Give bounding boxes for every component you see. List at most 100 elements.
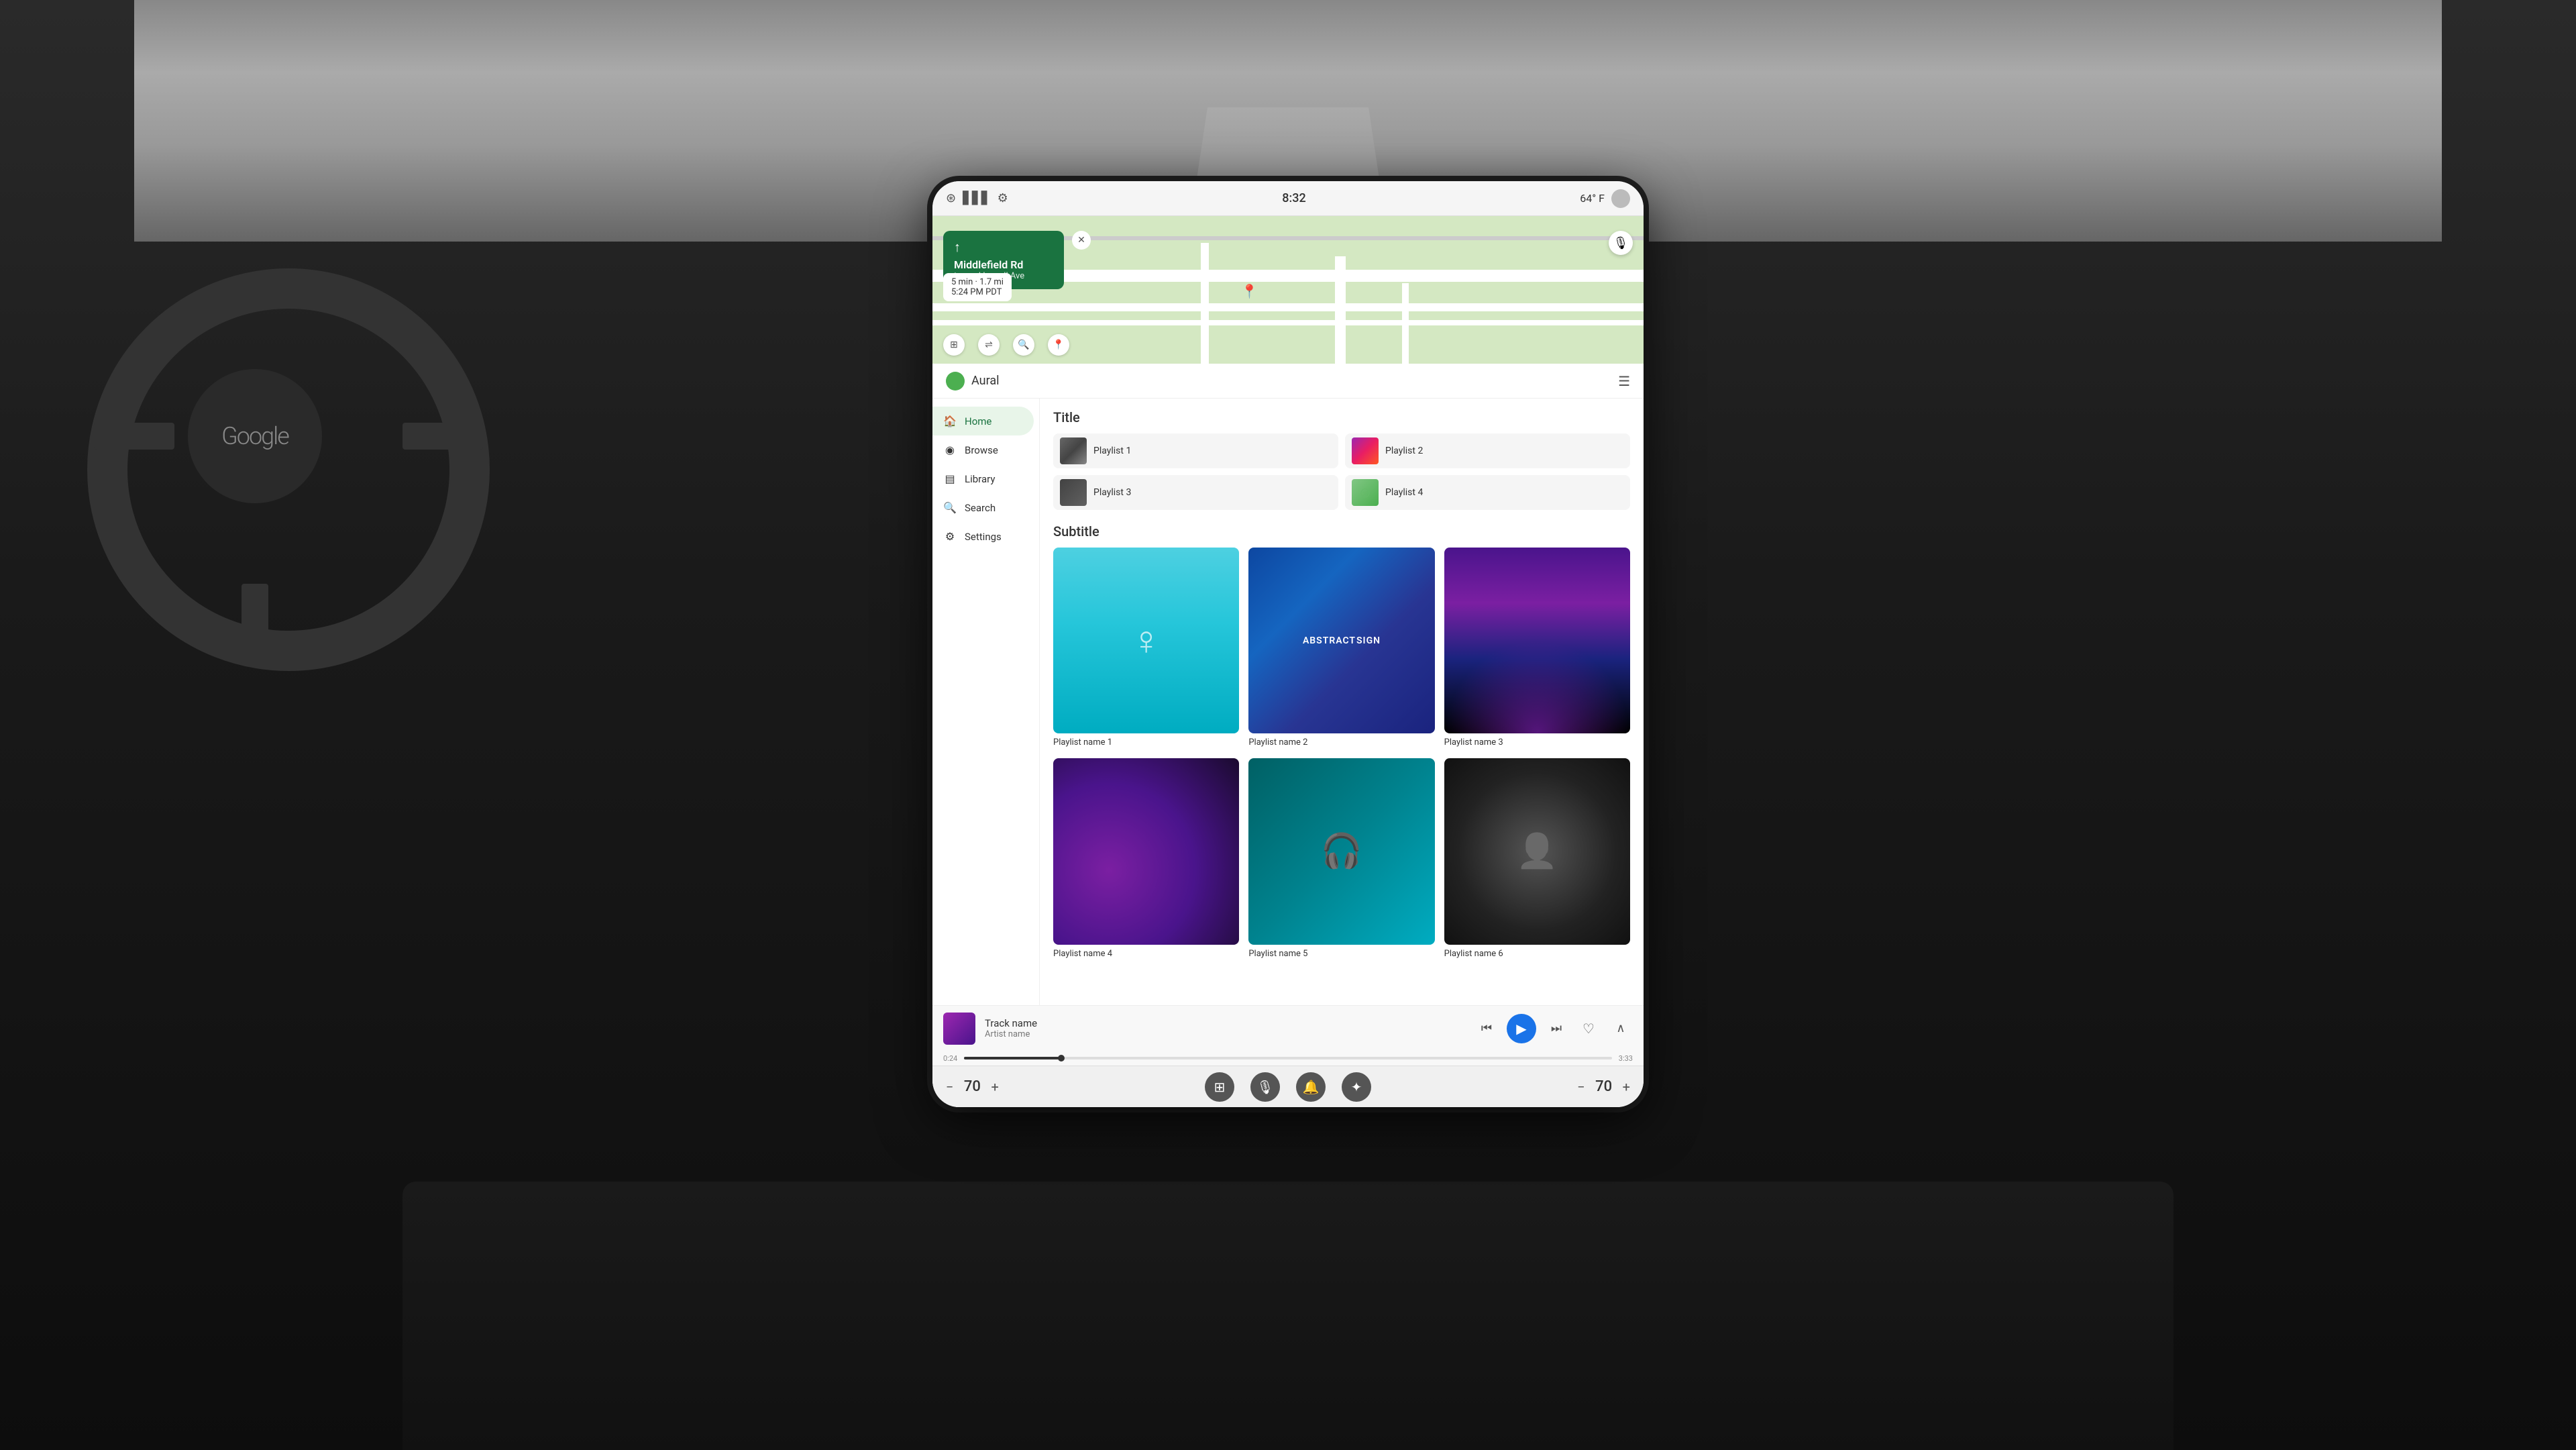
sidebar: 🏠 Home ◉ Browse ▤ Library 🔍 Search ⚙ (932, 399, 1040, 1005)
map-pin-icon: 📍 (1241, 283, 1258, 299)
playlist-thumbnail-1 (1060, 437, 1087, 464)
heart-button[interactable]: ♡ (1576, 1017, 1601, 1041)
status-right: 64° F (1580, 189, 1630, 208)
thumb-person (1053, 548, 1239, 733)
sidebar-item-settings[interactable]: ⚙ Settings (932, 522, 1034, 551)
map-location-button[interactable]: 📍 (1048, 334, 1069, 356)
nav-eta: 5 min · 1.7 mi 5:24 PM PDT (943, 273, 1012, 301)
nav-close-button[interactable]: ✕ (1072, 231, 1091, 250)
app-logo: Aural (946, 372, 999, 391)
sidebar-item-browse[interactable]: ◉ Browse (932, 435, 1034, 464)
library-icon: ▤ (943, 472, 957, 485)
sidebar-item-label: Browse (965, 444, 998, 456)
bottom-bar: − 70 + ⊞ 🎙 🔔 ✦ − 70 + (932, 1066, 1644, 1107)
playlist-thumbnail-lg-1 (1053, 548, 1239, 733)
playlist-thumbnail-3 (1060, 479, 1087, 506)
search-icon: 🔍 (943, 501, 957, 514)
now-playing-top: Track name Artist name ⏮ ▶ ⏭ ♡ ∧ (943, 1006, 1633, 1051)
vol-left-plus[interactable]: + (991, 1079, 998, 1095)
playlist-thumbnail-lg-4 (1053, 758, 1239, 944)
expand-button[interactable]: ∧ (1609, 1017, 1633, 1041)
sidebar-item-home[interactable]: 🏠 Home (932, 407, 1034, 435)
sidebar-item-label: Settings (965, 531, 1002, 543)
settings-icon: ⚙ (943, 530, 957, 543)
status-time: 8:32 (1282, 191, 1305, 205)
signal-icon: ▋▋▋ (963, 191, 991, 205)
playlist-label-3: Playlist 3 (1093, 487, 1131, 498)
main-content: Title Playlist 1 Playlist 2 Playlist 3 (1040, 399, 1644, 1005)
sidebar-item-search[interactable]: 🔍 Search (932, 493, 1034, 522)
progress-bar[interactable] (964, 1057, 1612, 1059)
playlist-item-4[interactable]: Playlist 4 (1345, 475, 1630, 510)
apps-button[interactable]: ⊞ (1205, 1072, 1234, 1102)
nav-arrow-icon: ↑ (954, 239, 1053, 256)
volume-right: − 70 + (1577, 1078, 1630, 1095)
music-app: Aural ☰ 🏠 Home ◉ Browse ▤ Library (932, 364, 1644, 1107)
thumb-purple (1053, 758, 1239, 944)
playlist-item-lg-1[interactable]: Playlist name 1 (1053, 548, 1239, 747)
playlist-thumbnail-lg-5 (1248, 758, 1434, 944)
sidebar-item-label: Search (965, 502, 996, 514)
playlist-item-lg-3[interactable]: Playlist name 3 (1444, 548, 1630, 747)
settings-button[interactable]: ✦ (1342, 1072, 1371, 1102)
play-button[interactable]: ▶ (1507, 1014, 1536, 1043)
mic-button[interactable]: 🎙 (1250, 1072, 1280, 1102)
prev-button[interactable]: ⏮ (1474, 1017, 1499, 1041)
track-thumbnail (943, 1013, 975, 1045)
app-logo-icon (946, 372, 965, 391)
thumb-concert (1444, 548, 1630, 733)
track-artist: Artist name (985, 1029, 1465, 1039)
playlist-item-lg-2[interactable]: Playlist name 2 (1248, 548, 1434, 747)
playlist-thumbnail-lg-6 (1444, 758, 1630, 944)
section-title: Title (1053, 409, 1630, 425)
playlist-item-lg-5[interactable]: Playlist name 5 (1248, 758, 1434, 958)
thumb-abstract (1248, 548, 1434, 733)
time-current: 0:24 (943, 1054, 957, 1063)
playlist-name-lg-2: Playlist name 2 (1248, 737, 1434, 747)
map-road (1201, 243, 1209, 364)
map-road (932, 303, 1644, 311)
now-playing-bar: Track name Artist name ⏮ ▶ ⏭ ♡ ∧ 0:24 3:… (932, 1005, 1644, 1066)
progress-bar-container: 0:24 3:33 (943, 1051, 1633, 1066)
playlist-name-lg-3: Playlist name 3 (1444, 737, 1630, 747)
playlist-item-lg-6[interactable]: Playlist name 6 (1444, 758, 1630, 958)
vol-right-plus[interactable]: + (1623, 1079, 1630, 1095)
status-temperature: 64° F (1580, 192, 1605, 205)
vol-left-minus[interactable]: − (946, 1079, 953, 1095)
playlist-thumbnail-lg-2 (1248, 548, 1434, 733)
map-route-button[interactable]: ⇌ (978, 334, 1000, 356)
sidebar-item-library[interactable]: ▤ Library (932, 464, 1034, 493)
playlist-thumbnail-4 (1352, 479, 1379, 506)
playlist-item-lg-4[interactable]: Playlist name 4 (1053, 758, 1239, 958)
time-total: 3:33 (1619, 1054, 1633, 1063)
vol-left-value: 70 (960, 1078, 984, 1095)
map-search-button[interactable]: 🔍 (1013, 334, 1034, 356)
app-content: 🏠 Home ◉ Browse ▤ Library 🔍 Search ⚙ (932, 399, 1644, 1005)
center-console (402, 1182, 2174, 1450)
app-name: Aural (971, 374, 999, 388)
vol-right-minus[interactable]: − (1577, 1079, 1585, 1095)
settings-status-icon: ⚙ (998, 191, 1008, 205)
next-button[interactable]: ⏭ (1544, 1017, 1568, 1041)
map-mic-button[interactable]: 🎙 (1609, 231, 1633, 255)
thumb-face (1444, 758, 1630, 944)
queue-icon[interactable]: ☰ (1618, 373, 1630, 389)
app-header: Aural ☰ (932, 364, 1644, 399)
map-controls: ⊞ ⇌ 🔍 📍 (943, 334, 1069, 356)
bottom-center-controls: ⊞ 🎙 🔔 ✦ (1205, 1072, 1371, 1102)
track-name: Track name (985, 1017, 1465, 1029)
bell-button[interactable]: 🔔 (1296, 1072, 1326, 1102)
playlist-item-1[interactable]: Playlist 1 (1053, 433, 1338, 468)
playlist-item-3[interactable]: Playlist 3 (1053, 475, 1338, 510)
bluetooth-icon: ⊛ (946, 191, 956, 205)
playlist-item-2[interactable]: Playlist 2 (1345, 433, 1630, 468)
map-layers-button[interactable]: ⊞ (943, 334, 965, 356)
volume-left: − 70 + (946, 1078, 999, 1095)
playlist-name-lg-4: Playlist name 4 (1053, 949, 1239, 959)
playlist-grid-small: Playlist 1 Playlist 2 Playlist 3 Playlis… (1053, 433, 1630, 510)
playlist-thumbnail-2 (1352, 437, 1379, 464)
avatar[interactable] (1611, 189, 1630, 208)
thumb-headphones (1248, 758, 1434, 944)
maps-area: ↑ Middlefield Rd toward Lowell Ave ✕ 5 m… (932, 216, 1644, 364)
sidebar-item-label: Home (965, 415, 991, 427)
